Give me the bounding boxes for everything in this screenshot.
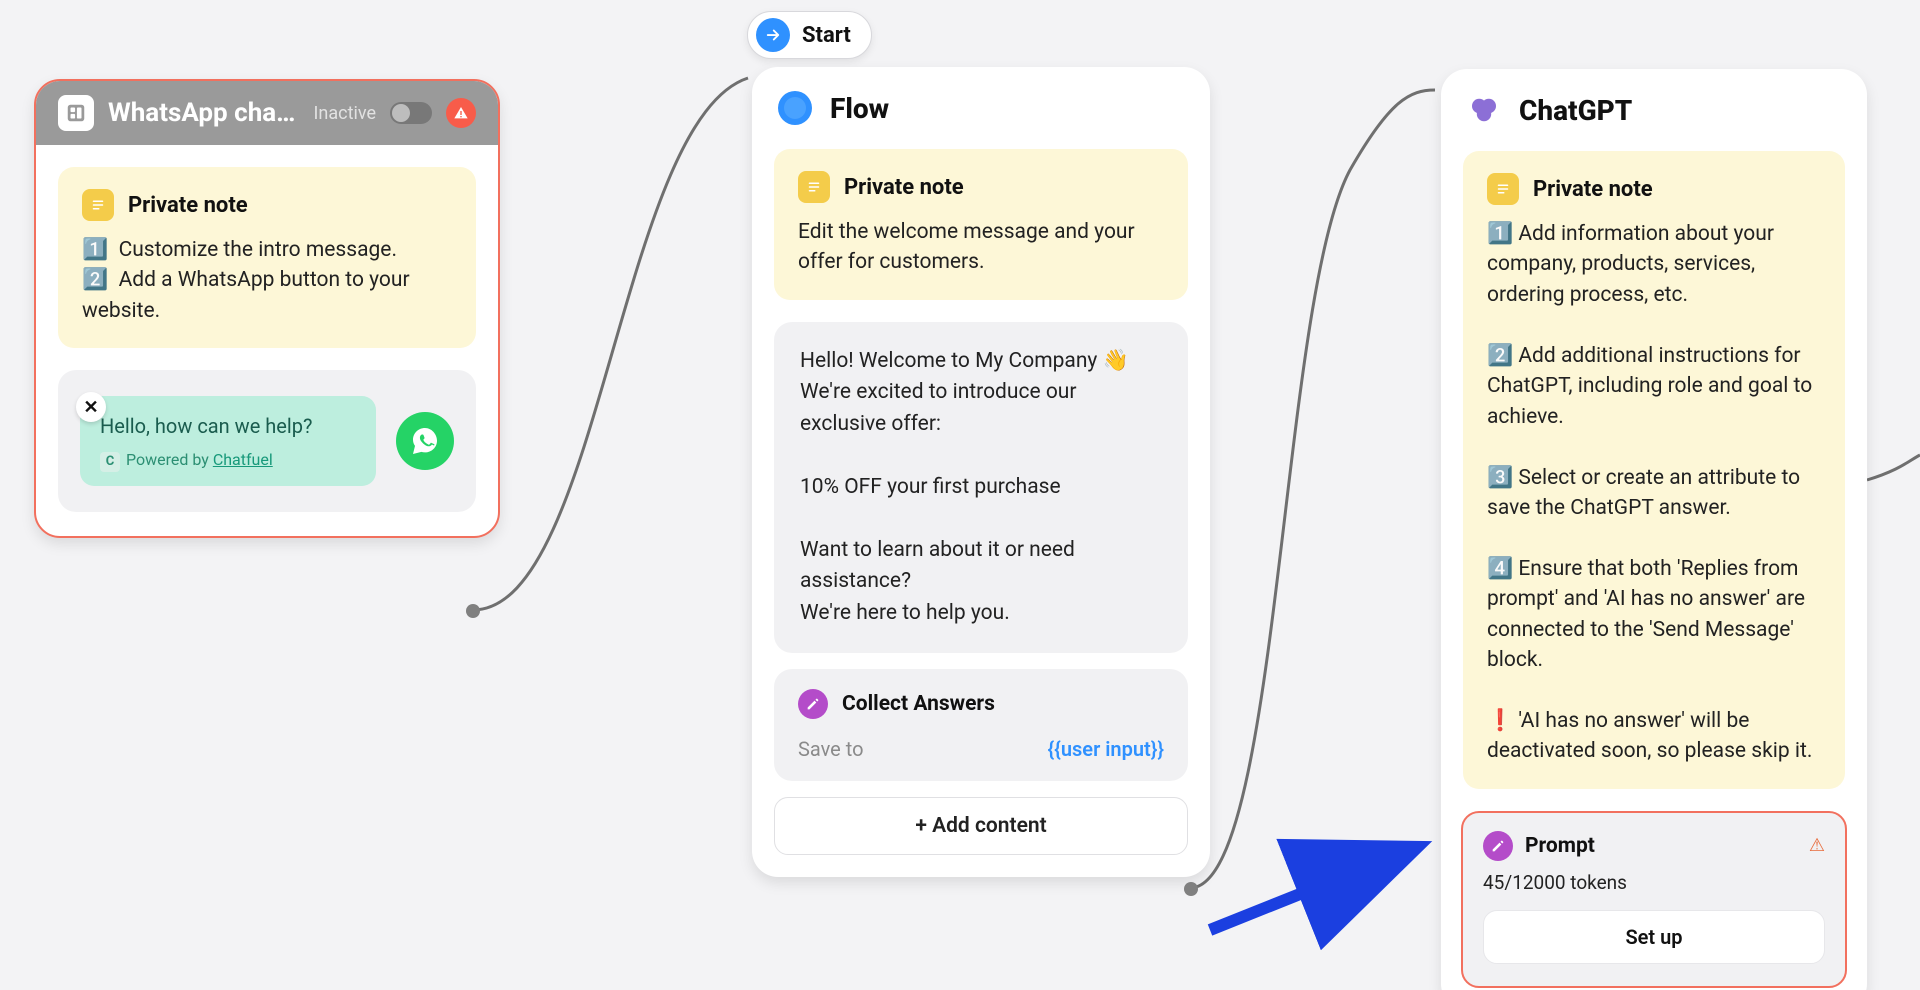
warning-icon xyxy=(446,98,476,128)
add-content-button[interactable]: + Add content xyxy=(774,797,1188,855)
note-icon xyxy=(82,189,114,221)
status-label: Inactive xyxy=(314,103,376,124)
greeting-text: Hello, how can we help? xyxy=(100,414,356,438)
private-note[interactable]: Private note Edit the welcome message an… xyxy=(774,149,1188,300)
node-title: Flow xyxy=(830,92,889,125)
output-port[interactable] xyxy=(1184,882,1198,896)
active-toggle[interactable] xyxy=(390,102,432,124)
note-title: Private note xyxy=(844,175,964,200)
start-label: Start xyxy=(802,23,851,48)
private-note[interactable]: Private note 1️⃣ Add information about y… xyxy=(1463,151,1845,789)
chat-bubble: ✕ Hello, how can we help? CPowered by Ch… xyxy=(80,396,376,486)
save-to-label: Save to xyxy=(798,737,864,761)
note-icon xyxy=(1487,173,1519,205)
node-header: ChatGPT xyxy=(1441,69,1867,151)
setup-button[interactable]: Set up xyxy=(1483,910,1825,964)
node-title: WhatsApp chat ... xyxy=(108,98,300,128)
powered-by: CPowered by Chatfuel xyxy=(100,450,356,472)
note-title: Private note xyxy=(128,193,248,218)
arrow-right-icon xyxy=(756,18,790,52)
node-whatsapp[interactable]: WhatsApp chat ... Inactive Private note … xyxy=(34,79,500,538)
chatgpt-icon xyxy=(1467,93,1501,127)
flow-icon xyxy=(778,91,812,125)
note-title: Private note xyxy=(1533,177,1653,202)
private-note[interactable]: Private note 1️⃣ Customize the intro mes… xyxy=(58,167,476,348)
prompt-title: Prompt xyxy=(1525,834,1797,858)
chatfuel-link[interactable]: Chatfuel xyxy=(213,450,273,469)
chat-preview[interactable]: ✕ Hello, how can we help? CPowered by Ch… xyxy=(58,370,476,512)
note-body: 1️⃣ Customize the intro message. 2️⃣ Add… xyxy=(82,235,452,326)
warning-icon: ⚠ xyxy=(1809,835,1825,856)
note-body: 1️⃣ Add information about your company, … xyxy=(1487,219,1821,767)
annotation-arrow-icon xyxy=(1200,830,1440,950)
pencil-icon xyxy=(1483,831,1513,861)
collect-answers-block[interactable]: Collect Answers Save to {{user input}} xyxy=(774,669,1188,781)
start-pill[interactable]: Start xyxy=(747,11,872,59)
collect-title: Collect Answers xyxy=(842,692,995,716)
pencil-icon xyxy=(798,689,828,719)
note-body: Edit the welcome message and your offer … xyxy=(798,217,1164,278)
node-header: Flow xyxy=(752,67,1210,149)
flow-canvas[interactable]: Start WhatsApp chat ... Inactive Private… xyxy=(0,0,1920,990)
whatsapp-icon[interactable] xyxy=(396,412,454,470)
output-port[interactable] xyxy=(466,604,480,618)
node-title: ChatGPT xyxy=(1519,94,1632,127)
note-icon xyxy=(798,171,830,203)
attribute-variable[interactable]: {{user input}} xyxy=(1048,737,1164,761)
token-count: 45/12000 tokens xyxy=(1483,871,1825,894)
node-header: WhatsApp chat ... Inactive xyxy=(36,81,498,145)
node-flow[interactable]: Flow Private note Edit the welcome messa… xyxy=(752,67,1210,877)
entry-point-icon xyxy=(58,95,94,131)
prompt-block[interactable]: Prompt ⚠ 45/12000 tokens Set up xyxy=(1461,811,1847,988)
node-chatgpt[interactable]: ChatGPT Private note 1️⃣ Add information… xyxy=(1441,69,1867,990)
message-block[interactable]: Hello! Welcome to My Company 👋 We're exc… xyxy=(774,322,1188,654)
